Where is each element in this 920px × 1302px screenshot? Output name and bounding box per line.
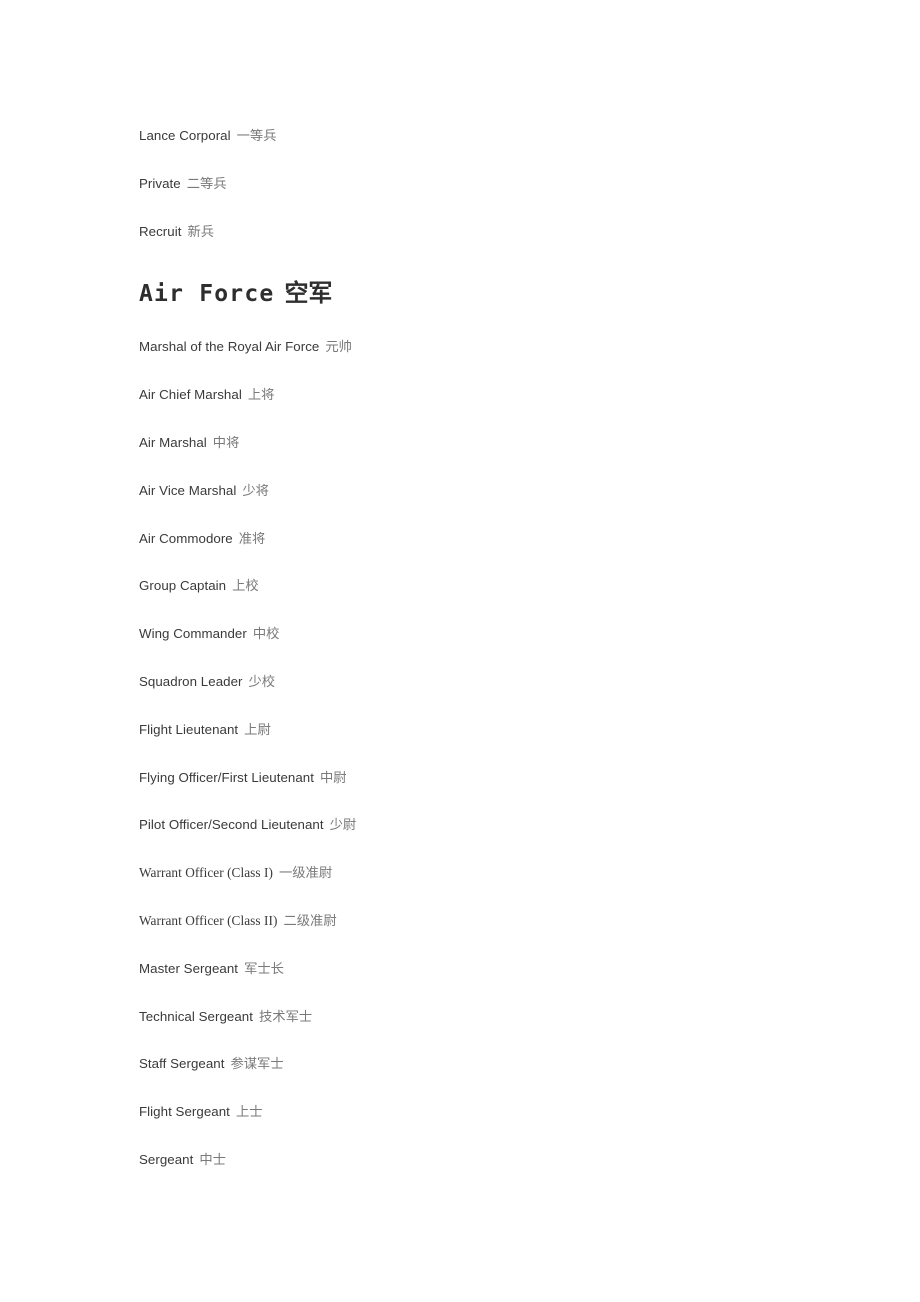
rank-entry: Air Marshal 中将: [139, 419, 839, 467]
rank-name-en: Warrant Officer (Class II): [139, 912, 278, 928]
rank-name-en: Air Vice Marshal: [139, 482, 237, 498]
rank-name-en: Technical Sergeant: [139, 1008, 253, 1024]
rank-name-zh: 中将: [212, 435, 240, 451]
rank-entry: Wing Commander 中校: [139, 610, 839, 658]
continued-rank-list: Lance Corporal 一等兵 Private 二等兵 Recruit 新兵: [139, 112, 839, 255]
rank-entry: Warrant Officer (Class II) 二级准尉: [139, 897, 839, 945]
rank-entry: Recruit 新兵: [139, 208, 839, 256]
rank-name-en: Air Commodore: [139, 530, 233, 546]
rank-name-zh: 一等兵: [236, 129, 277, 144]
rank-name-zh: 少校: [248, 674, 276, 690]
rank-entry: Private 二等兵: [139, 160, 839, 208]
rank-entry: Flight Sergeant 上士: [139, 1088, 839, 1136]
rank-entry: Warrant Officer (Class I) 一级准尉: [139, 849, 839, 897]
rank-entry: Pilot Officer/Second Lieutenant 少尉: [139, 801, 839, 849]
rank-name-zh: 上校: [232, 579, 259, 595]
rank-name-zh: 军士长: [244, 961, 284, 977]
top-margin-spacer: [139, 0, 839, 112]
rank-name-zh: 少尉: [329, 818, 357, 834]
rank-entry: Marshal of the Royal Air Force 元帅: [139, 323, 839, 371]
rank-name-zh: 技术军士: [259, 1009, 313, 1025]
rank-name-en: Pilot Officer/Second Lieutenant: [139, 817, 324, 833]
heading-gap-spacer: [139, 255, 839, 263]
air-force-rank-list: Marshal of the Royal Air Force 元帅 Air Chi…: [139, 323, 839, 1183]
rank-name-zh: 二等兵: [186, 176, 227, 192]
rank-entry: Air Commodore 准将: [139, 515, 839, 563]
rank-name-en: Flying Officer/First Lieutenant: [139, 769, 314, 785]
rank-name-en: Private: [139, 175, 181, 191]
rank-name-zh: 少将: [242, 483, 269, 499]
rank-entry: Sergeant 中士: [139, 1136, 839, 1184]
rank-name-en: Lance Corporal: [139, 128, 231, 143]
rank-name-zh: 上将: [247, 388, 275, 404]
rank-name-zh: 一级准尉: [278, 866, 333, 882]
rank-name-en: Sergeant: [139, 1151, 194, 1167]
rank-name-en: Group Captain: [139, 578, 227, 594]
rank-name-en: Air Chief Marshal: [139, 387, 242, 403]
document-content: Lance Corporal 一等兵 Private 二等兵 Recruit 新兵 A…: [139, 0, 839, 1184]
rank-name-en: Flight Sergeant: [139, 1104, 230, 1120]
rank-name-zh: 上士: [235, 1105, 263, 1121]
rank-name-en: Master Sergeant: [139, 960, 239, 976]
rank-entry: Group Captain 上校: [139, 562, 839, 610]
rank-entry: Flying Officer/First Lieutenant 中尉: [139, 754, 839, 802]
rank-name-en: Flight Lieutenant: [139, 721, 239, 737]
rank-entry: Air Chief Marshal 上将: [139, 371, 839, 419]
rank-name-zh: 中尉: [319, 770, 347, 786]
rank-name-en: Marshal of the Royal Air Force: [139, 339, 320, 355]
section-heading-zh: 空军: [284, 279, 333, 308]
rank-name-en: Recruit: [139, 223, 182, 239]
rank-entry: Technical Sergeant 技术军士: [139, 993, 839, 1041]
rank-name-zh: 参谋军士: [230, 1057, 284, 1073]
section-heading-en: Air Force: [139, 281, 275, 308]
rank-entry: Flight Lieutenant 上尉: [139, 706, 839, 754]
rank-name-en: Wing Commander: [139, 626, 247, 642]
rank-entry: Lance Corporal 一等兵: [139, 112, 839, 160]
rank-name-zh: 上尉: [244, 722, 271, 738]
rank-name-en: Warrant Officer (Class I): [139, 865, 273, 881]
rank-entry: Squadron Leader 少校: [139, 658, 839, 706]
rank-entry: Master Sergeant 军士长: [139, 945, 839, 993]
rank-entry: Staff Sergeant 参谋军士: [139, 1040, 839, 1088]
document-page: Lance Corporal 一等兵 Private 二等兵 Recruit 新兵 A…: [0, 0, 920, 1302]
section-heading-air-force: Air Force 空军: [139, 263, 839, 323]
rank-name-zh: 中校: [252, 627, 280, 643]
rank-name-en: Staff Sergeant: [139, 1056, 225, 1072]
rank-name-en: Air Marshal: [139, 434, 207, 450]
rank-name-zh: 准将: [238, 531, 266, 547]
rank-entry: Air Vice Marshal 少将: [139, 467, 839, 515]
rank-name-en: Squadron Leader: [139, 673, 243, 689]
rank-name-zh: 中士: [199, 1152, 226, 1168]
rank-name-zh: 新兵: [187, 224, 215, 240]
rank-name-zh: 元帅: [325, 340, 352, 356]
rank-name-zh: 二级准尉: [283, 913, 337, 929]
